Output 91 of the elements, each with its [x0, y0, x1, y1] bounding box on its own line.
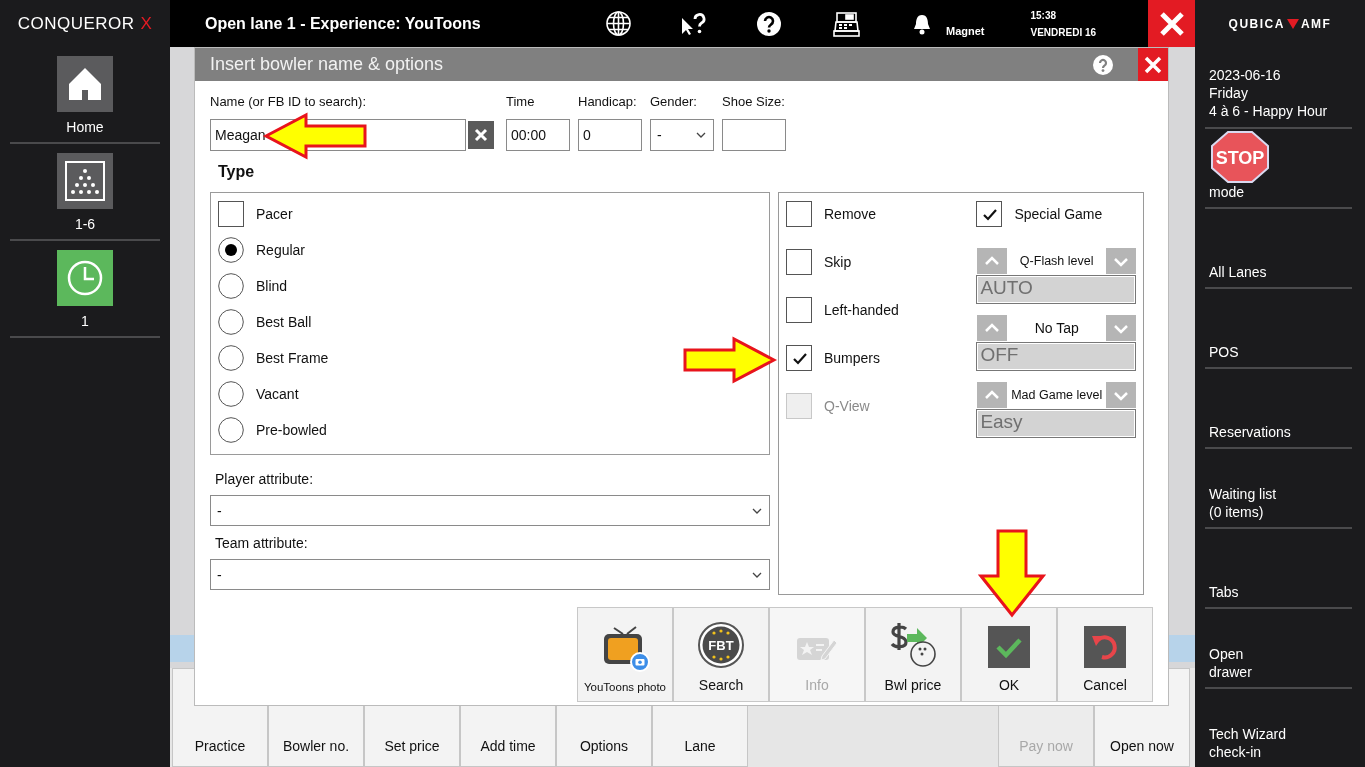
action-button[interactable]: OK: [961, 607, 1057, 702]
globe-icon[interactable]: [605, 10, 632, 37]
field-label: Handicap:: [578, 93, 638, 111]
logo-text: AMF: [1300, 16, 1332, 31]
close-icon: [1158, 10, 1185, 37]
checkbox[interactable]: [976, 201, 1003, 227]
check-icon: [988, 626, 1030, 668]
radio-button[interactable]: [218, 237, 244, 263]
text-field[interactable]: 0: [578, 119, 642, 151]
menu-item[interactable]: Reservations: [1205, 423, 1295, 447]
clock-date: VENDREDI 16: [1030, 25, 1097, 40]
bell-icon[interactable]: [912, 12, 932, 35]
field-label: Shoe Size:: [722, 93, 786, 111]
radio-button[interactable]: [218, 273, 244, 299]
text-field[interactable]: 00:00: [506, 119, 570, 151]
clear-button[interactable]: [468, 121, 494, 149]
section-heading: Type: [218, 163, 256, 181]
close-icon: [1144, 55, 1162, 74]
option-label: Pre-bowled: [256, 422, 327, 438]
nav-label: 1: [81, 312, 89, 331]
field-label: Team attribute:: [215, 534, 309, 552]
menu-item[interactable]: mode: [1205, 183, 1249, 207]
close-button[interactable]: [1138, 48, 1168, 81]
pointer-help-icon[interactable]: [680, 11, 706, 36]
notification-text: Magnet: [946, 24, 985, 37]
day-text: Friday: [1209, 84, 1249, 102]
option-label: Skip: [824, 254, 852, 270]
checkbox[interactable]: [786, 249, 812, 275]
stop-sign-icon[interactable]: STOP: [1211, 131, 1269, 183]
checkbox[interactable]: [218, 201, 244, 227]
radio-button[interactable]: [218, 381, 244, 407]
action-button[interactable]: YouToons photo: [577, 607, 673, 702]
radio-button[interactable]: [218, 345, 244, 371]
chevron-icon: [695, 131, 707, 139]
option-label: Best Ball: [256, 314, 312, 330]
option-label: Pacer: [256, 206, 293, 222]
radio-button[interactable]: [218, 417, 244, 443]
undo-icon: [1084, 626, 1126, 668]
dropdown[interactable]: -: [210, 495, 770, 526]
screen-title: Open lane 1 - Experience: YouToons: [205, 14, 482, 33]
option-label: Remove: [824, 206, 877, 222]
option-label: Best Frame: [256, 350, 329, 366]
text-field[interactable]: [722, 119, 786, 151]
option-label: Special Game: [1014, 206, 1103, 222]
option-label: Blind: [256, 278, 288, 294]
radio-button[interactable]: [218, 309, 244, 335]
option-label: Left-handed: [824, 302, 899, 318]
menu-item[interactable]: Tech Wizard check-in: [1205, 725, 1291, 767]
cash-register-icon[interactable]: [833, 10, 860, 37]
help-icon[interactable]: [756, 10, 782, 37]
action-button[interactable]: Bwl price: [865, 607, 961, 702]
checkbox[interactable]: [786, 297, 812, 323]
brand-mark: X: [140, 13, 153, 34]
field-label: Time: [506, 93, 536, 111]
field-label: Gender:: [650, 93, 698, 111]
dropdown[interactable]: -: [210, 559, 770, 590]
chevron-icon: [751, 570, 763, 579]
nav-label: Home: [66, 118, 104, 137]
checkbox[interactable]: [786, 201, 812, 227]
checkbox[interactable]: [786, 345, 812, 371]
field-label: Player attribute:: [215, 470, 315, 488]
action-button[interactable]: FBT Search: [673, 607, 769, 702]
option-label: Vacant: [256, 386, 299, 402]
dropdown[interactable]: -: [650, 119, 714, 151]
chevron-icon: [751, 506, 763, 515]
option-label: Bumpers: [824, 350, 881, 366]
menu-item[interactable]: All Lanes: [1205, 263, 1271, 287]
field-label: Name (or FB ID to search):: [210, 93, 368, 111]
home-icon[interactable]: [57, 56, 113, 112]
pins-icon[interactable]: [57, 153, 113, 209]
menu-item[interactable]: POS: [1205, 343, 1243, 367]
option-label: Q-View: [824, 398, 870, 414]
option-label: Regular: [256, 242, 306, 258]
action-button[interactable]: Cancel: [1057, 607, 1153, 702]
logo-text: QUBICA: [1228, 16, 1285, 31]
dialog-title: Insert bowler name & options: [210, 54, 445, 75]
date-text: 2023-06-16: [1209, 66, 1282, 84]
close-icon: [474, 128, 488, 142]
event-text: 4 à 6 - Happy Hour: [1209, 102, 1329, 120]
spinner-label: Q-Flash level: [1018, 254, 1095, 268]
clock-time: 15:38: [1030, 8, 1058, 23]
brand-name: CONQUEROR: [17, 13, 135, 34]
menu-item[interactable]: Tabs: [1205, 583, 1243, 607]
menu-item[interactable]: Open drawer: [1205, 645, 1256, 687]
spinner-label: Mad Game level: [1010, 388, 1104, 402]
fbt-badge-icon: FBT: [698, 622, 744, 668]
price-ball-icon: [889, 620, 937, 668]
nav-label: 1-6: [74, 215, 96, 234]
close-button[interactable]: [1148, 0, 1195, 47]
menu-item[interactable]: Waiting list (0 items): [1205, 485, 1281, 527]
spinner-label: No Tap: [1033, 320, 1080, 336]
